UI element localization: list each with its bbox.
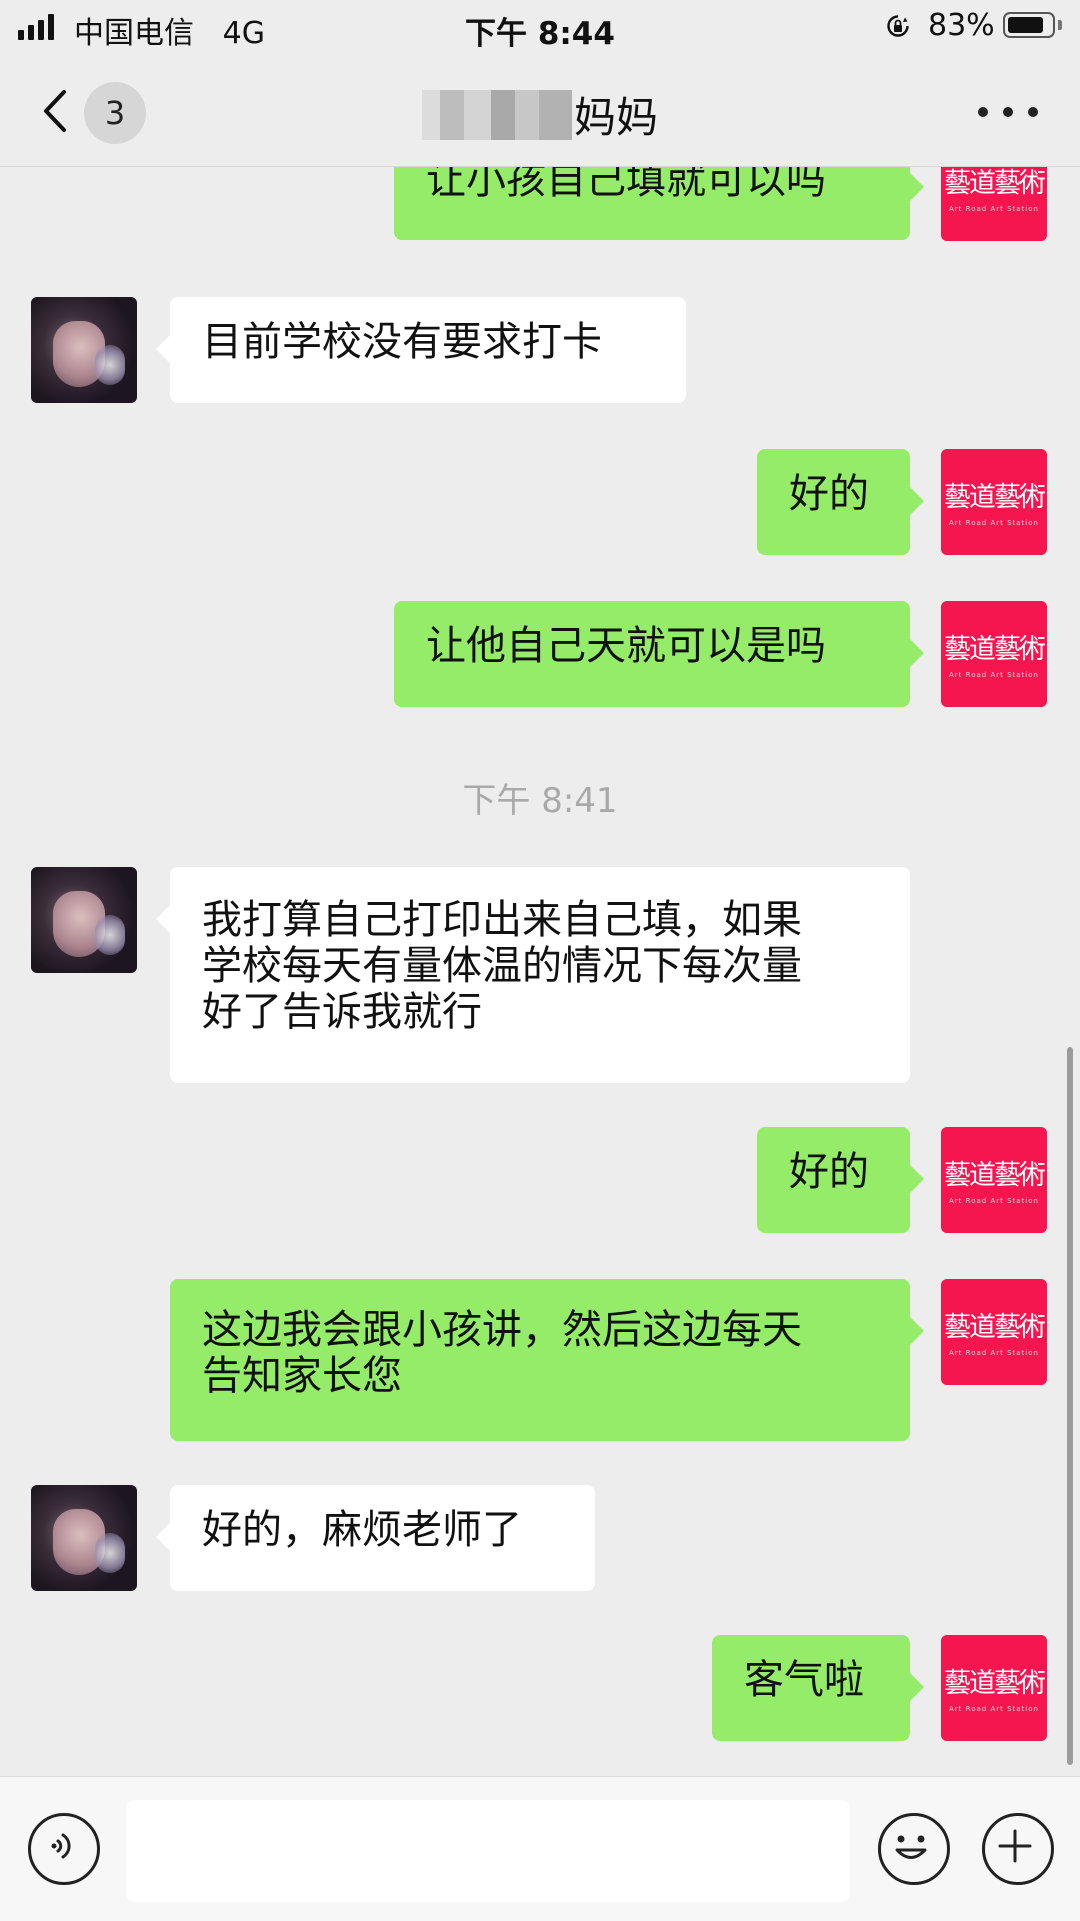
message-bubble[interactable]: 这边我会跟小孩讲，然后这边每天 告知家长您 [170, 1279, 924, 1441]
message-text: 好的 [789, 1149, 869, 1195]
message-incoming: 目前学校没有要求打卡 [0, 297, 1080, 407]
message-text: 让小孩自己填就可以吗 [426, 167, 826, 203]
rotation-lock-icon [887, 15, 909, 37]
message-line: 这边我会跟小孩讲，然后这边每天 [202, 1307, 802, 1353]
message-line: 告知家长您 [202, 1353, 402, 1399]
logo-subtext: Art Road Art Station [949, 1705, 1039, 1713]
message-line: 学校每天有量体温的情况下每次量 [202, 943, 802, 989]
message-bubble[interactable]: 好的 [757, 449, 924, 555]
voice-icon[interactable] [28, 1813, 100, 1885]
ellipsis-icon[interactable] [978, 102, 1038, 122]
message-text: 好的 [789, 471, 869, 517]
battery-tip [1058, 20, 1062, 30]
status-bar: 中国电信 4G 下午 8:44 83% [0, 0, 1080, 56]
avatar[interactable]: 藝道藝術 Art Road Art Station [941, 601, 1047, 707]
avatar[interactable] [31, 1485, 137, 1591]
message-input[interactable] [126, 1800, 850, 1902]
message-text: 让他自己天就可以是吗 [426, 623, 826, 669]
message-outgoing: 这边我会跟小孩讲，然后这边每天 告知家长您 藝道藝術 Art Road Art … [0, 1279, 1080, 1449]
message-text: 客气啦 [744, 1657, 864, 1703]
message-text: 目前学校没有要求打卡 [202, 319, 602, 365]
message-incoming: 好的，麻烦老师了 [0, 1485, 1080, 1595]
input-bar [0, 1776, 1080, 1921]
avatar[interactable]: 藝道藝術 Art Road Art Station [941, 167, 1047, 241]
battery-icon [1003, 12, 1055, 38]
avatar[interactable]: 藝道藝術 Art Road Art Station [941, 449, 1047, 555]
message-text: 好的，麻烦老师了 [202, 1507, 522, 1553]
message-incoming: 我打算自己打印出来自己填，如果 学校每天有量体温的情况下每次量 好了告诉我就行 [0, 867, 1080, 1087]
message-line: 好了告诉我就行 [202, 989, 482, 1035]
logo-subtext: Art Road Art Station [949, 519, 1039, 527]
scrollbar[interactable] [1067, 1047, 1073, 1765]
logo-text: 藝道藝術 [944, 634, 1046, 665]
logo-subtext: Art Road Art Station [949, 205, 1039, 213]
message-line: 我打算自己打印出来自己填，如果 [202, 897, 802, 943]
message-outgoing: 让他自己天就可以是吗 藝道藝術 Art Road Art Station [0, 601, 1080, 711]
message-outgoing: 好的 藝道藝術 Art Road Art Station [0, 1127, 1080, 1237]
logo-text: 藝道藝術 [944, 1312, 1046, 1343]
logo-subtext: Art Road Art Station [949, 1349, 1039, 1357]
logo-subtext: Art Road Art Station [949, 671, 1039, 679]
message-bubble[interactable]: 目前学校没有要求打卡 [156, 297, 686, 403]
message-bubble[interactable]: 让他自己天就可以是吗 [394, 601, 924, 707]
message-bubble[interactable]: 让小孩自己填就可以吗 [394, 167, 924, 240]
logo-subtext: Art Road Art Station [949, 1197, 1039, 1205]
chat-title-text: 妈妈 [573, 93, 658, 142]
avatar[interactable]: 藝道藝術 Art Road Art Station [941, 1279, 1047, 1385]
logo-text: 藝道藝術 [944, 482, 1046, 513]
message-outgoing: 客气啦 藝道藝術 Art Road Art Station [0, 1635, 1080, 1745]
redacted-name-blur [421, 89, 572, 140]
logo-text: 藝道藝術 [944, 1160, 1046, 1191]
avatar[interactable]: 藝道藝術 Art Road Art Station [941, 1127, 1047, 1233]
chat-title: 妈妈 [0, 84, 1080, 142]
message-list[interactable]: 让小孩自己填就可以吗 藝道藝術 Art Road Art Station 目前学… [0, 167, 1080, 1775]
plus-icon[interactable] [982, 1813, 1054, 1885]
avatar[interactable]: 藝道藝術 Art Road Art Station [941, 1635, 1047, 1741]
logo-text: 藝道藝術 [944, 168, 1046, 199]
chat-header: 3 妈妈 [0, 56, 1080, 167]
timestamp: 下午 8:41 [462, 781, 618, 821]
battery-percent: 83% [928, 8, 995, 43]
message-bubble[interactable]: 好的，麻烦老师了 [156, 1485, 595, 1591]
message-bubble[interactable]: 我打算自己打印出来自己填，如果 学校每天有量体温的情况下每次量 好了告诉我就行 [156, 867, 910, 1083]
message-bubble[interactable]: 客气啦 [712, 1635, 924, 1741]
emoji-icon[interactable] [878, 1813, 950, 1885]
logo-text: 藝道藝術 [944, 1668, 1046, 1699]
message-outgoing: 让小孩自己填就可以吗 藝道藝術 Art Road Art Station [0, 167, 1080, 255]
clock: 下午 8:44 [465, 16, 615, 52]
avatar[interactable] [31, 297, 137, 403]
message-outgoing: 好的 藝道藝術 Art Road Art Station [0, 449, 1080, 559]
avatar[interactable] [31, 867, 137, 973]
message-bubble[interactable]: 好的 [757, 1127, 924, 1233]
